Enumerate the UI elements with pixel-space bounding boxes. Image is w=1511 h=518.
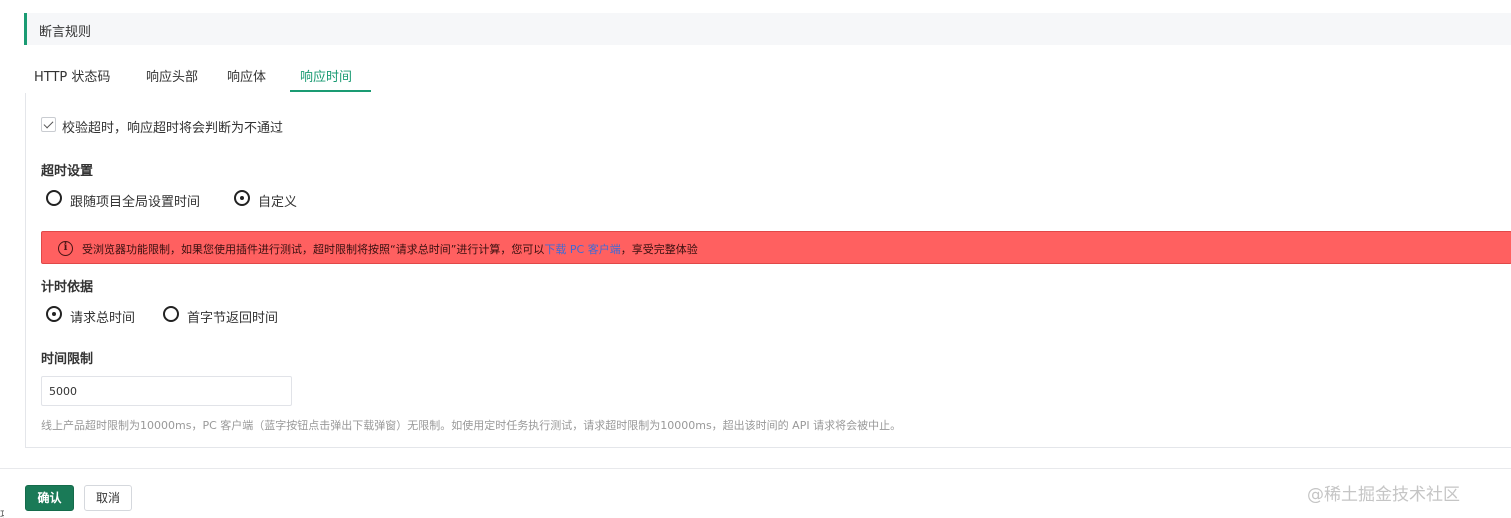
section-title: 断言规则 xyxy=(39,25,92,40)
tab-response-body[interactable]: 响应体 xyxy=(227,66,266,93)
edge-glyph: 功 xyxy=(0,506,4,518)
watermark: @稀土掘金技术社区 xyxy=(1307,485,1460,505)
tab-response-time[interactable]: 响应时间 xyxy=(300,66,352,93)
response-time-panel: 校验超时，响应超时将会判断为不通过 超时设置 跟随项目全局设置时间 自定义 i … xyxy=(25,93,1511,448)
radio-circle[interactable] xyxy=(46,190,62,206)
tab-http-status[interactable]: HTTP 状态码 xyxy=(34,66,110,93)
timeout-checkbox-label[interactable]: 校验超时，响应超时将会判断为不通过 xyxy=(62,117,283,136)
time-limit-input[interactable] xyxy=(41,376,292,406)
radio-label[interactable]: 首字节返回时间 xyxy=(187,307,278,326)
download-pc-client-link[interactable]: 下载 PC 客户端 xyxy=(544,243,620,256)
confirm-button[interactable]: 确认 xyxy=(25,485,74,511)
tab-response-headers[interactable]: 响应头部 xyxy=(146,66,198,93)
section-header: 断言规则 xyxy=(24,13,1511,45)
time-limit-title: 时间限制 xyxy=(41,352,94,367)
radio-circle[interactable] xyxy=(163,306,179,322)
radio-label[interactable]: 自定义 xyxy=(258,191,297,210)
radio-label[interactable]: 跟随项目全局设置时间 xyxy=(70,191,200,210)
active-tab-indicator xyxy=(290,90,371,92)
radio-circle[interactable] xyxy=(46,306,62,322)
timeout-setting-title: 超时设置 xyxy=(41,164,94,179)
radio-circle[interactable] xyxy=(234,190,250,206)
alert-text-after: ，享受完整体验 xyxy=(620,243,698,256)
timing-basis-title: 计时依据 xyxy=(41,280,94,295)
alert-text-before: 受浏览器功能限制，如果您使用插件进行测试，超时限制将按照“请求总时间”进行计算，… xyxy=(82,243,545,256)
footer-divider xyxy=(0,468,1511,469)
alert-message: 受浏览器功能限制，如果您使用插件进行测试，超时限制将按照“请求总时间”进行计算，… xyxy=(82,241,698,257)
cancel-button[interactable]: 取消 xyxy=(84,485,132,511)
assertion-tabs: HTTP 状态码 响应头部 响应体 响应时间 xyxy=(24,66,404,94)
browser-limit-alert: i 受浏览器功能限制，如果您使用插件进行测试，超时限制将按照“请求总时间”进行计… xyxy=(41,231,1511,264)
info-icon: i xyxy=(58,241,73,256)
radio-label[interactable]: 请求总时间 xyxy=(70,307,135,326)
timeout-checkbox[interactable] xyxy=(41,117,56,132)
time-limit-hint: 线上产品超时限制为10000ms，PC 客户端（蓝字按钮点击弹出下载弹窗）无限制… xyxy=(41,419,902,432)
